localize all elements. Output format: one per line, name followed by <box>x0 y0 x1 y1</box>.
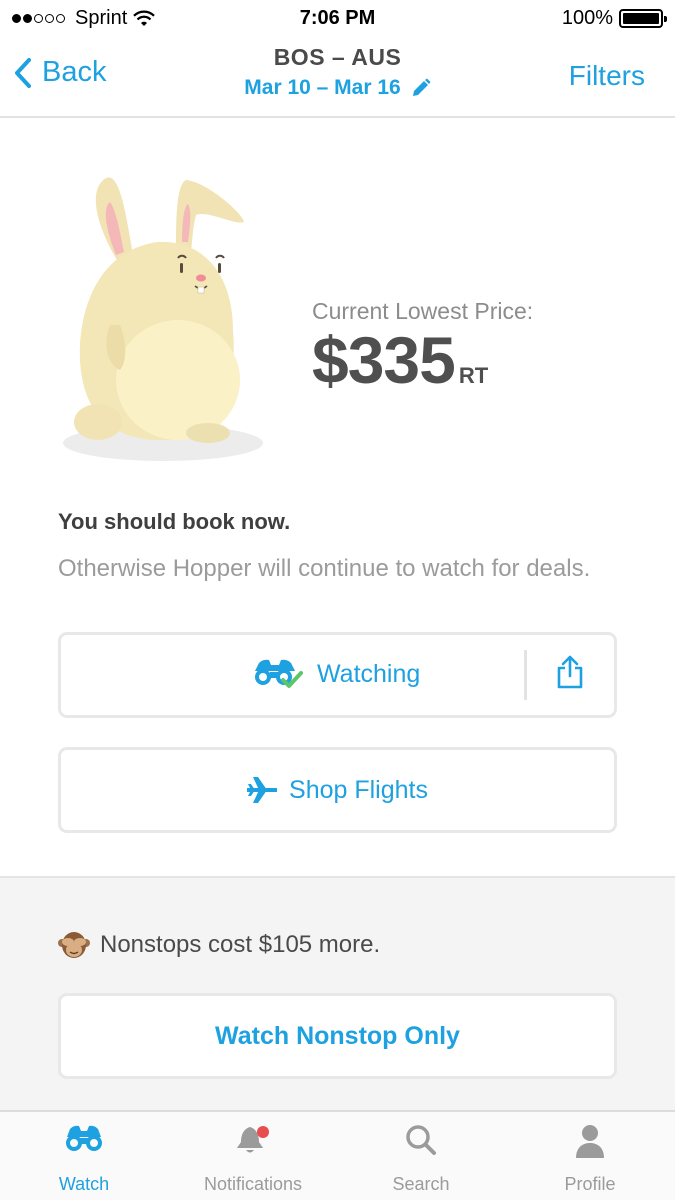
tab-profile[interactable]: Profile <box>506 1112 674 1200</box>
battery-percent: 100% <box>561 7 613 29</box>
price-value: $335 <box>312 323 456 397</box>
watching-label: Watching <box>317 659 421 688</box>
lowest-price-block: Current Lowest Price: $335 RT <box>312 298 533 393</box>
tab-notifications[interactable]: Notifications <box>169 1112 337 1200</box>
tab-notifications-label: Notifications <box>203 1174 303 1194</box>
nonstop-message-row: Nonstops cost $105 more. <box>58 930 380 960</box>
price-unit: RT <box>458 363 489 388</box>
pencil-icon <box>412 78 431 96</box>
status-bar: Sprint 7:06 PM 100% <box>0 0 675 38</box>
search-icon <box>337 1124 505 1156</box>
shop-flights-content: Shop Flights <box>247 776 428 805</box>
trip-dates-label: Mar 10 – Mar 16 <box>244 76 401 99</box>
tab-profile-label: Profile <box>564 1174 616 1194</box>
status-right: 100% <box>561 7 667 30</box>
tab-bar: Watch Notifications Search Profile <box>0 1110 675 1200</box>
button-divider <box>524 650 527 700</box>
battery-icon <box>619 9 667 28</box>
see-no-evil-monkey-icon <box>58 932 90 958</box>
watching-button[interactable]: Watching <box>58 632 617 718</box>
watch-nonstop-label: Watch Nonstop Only <box>215 1021 460 1050</box>
price-label: Current Lowest Price: <box>312 298 534 324</box>
navigation-bar: Back BOS – AUS Mar 10 – Mar 16 Filters <box>0 38 675 118</box>
bell-icon <box>169 1124 337 1156</box>
shop-flights-button[interactable]: Shop Flights <box>58 747 617 833</box>
binoculars-icon <box>0 1124 168 1154</box>
shop-flights-label: Shop Flights <box>289 775 428 804</box>
watch-nonstop-button[interactable]: Watch Nonstop Only <box>58 993 617 1079</box>
advice-title: You should book now. <box>58 509 291 534</box>
tab-search[interactable]: Search <box>337 1112 505 1200</box>
watching-toggle[interactable]: Watching <box>251 657 420 691</box>
airplane-icon <box>247 777 278 803</box>
binoculars-check-icon <box>255 659 303 688</box>
advice-body: Otherwise Hopper will continue to watch … <box>58 555 591 582</box>
share-icon[interactable] <box>557 655 583 689</box>
person-icon <box>506 1124 674 1158</box>
filters-button[interactable]: Filters <box>569 60 645 92</box>
tab-watch-label: Watch <box>58 1174 110 1194</box>
hopper-bunny-illustration <box>63 177 263 461</box>
tab-search-label: Search <box>392 1174 450 1194</box>
price-row: $335 RT <box>312 327 533 393</box>
tab-watch[interactable]: Watch <box>0 1112 168 1200</box>
nonstop-message: Nonstops cost $105 more. <box>100 931 381 958</box>
